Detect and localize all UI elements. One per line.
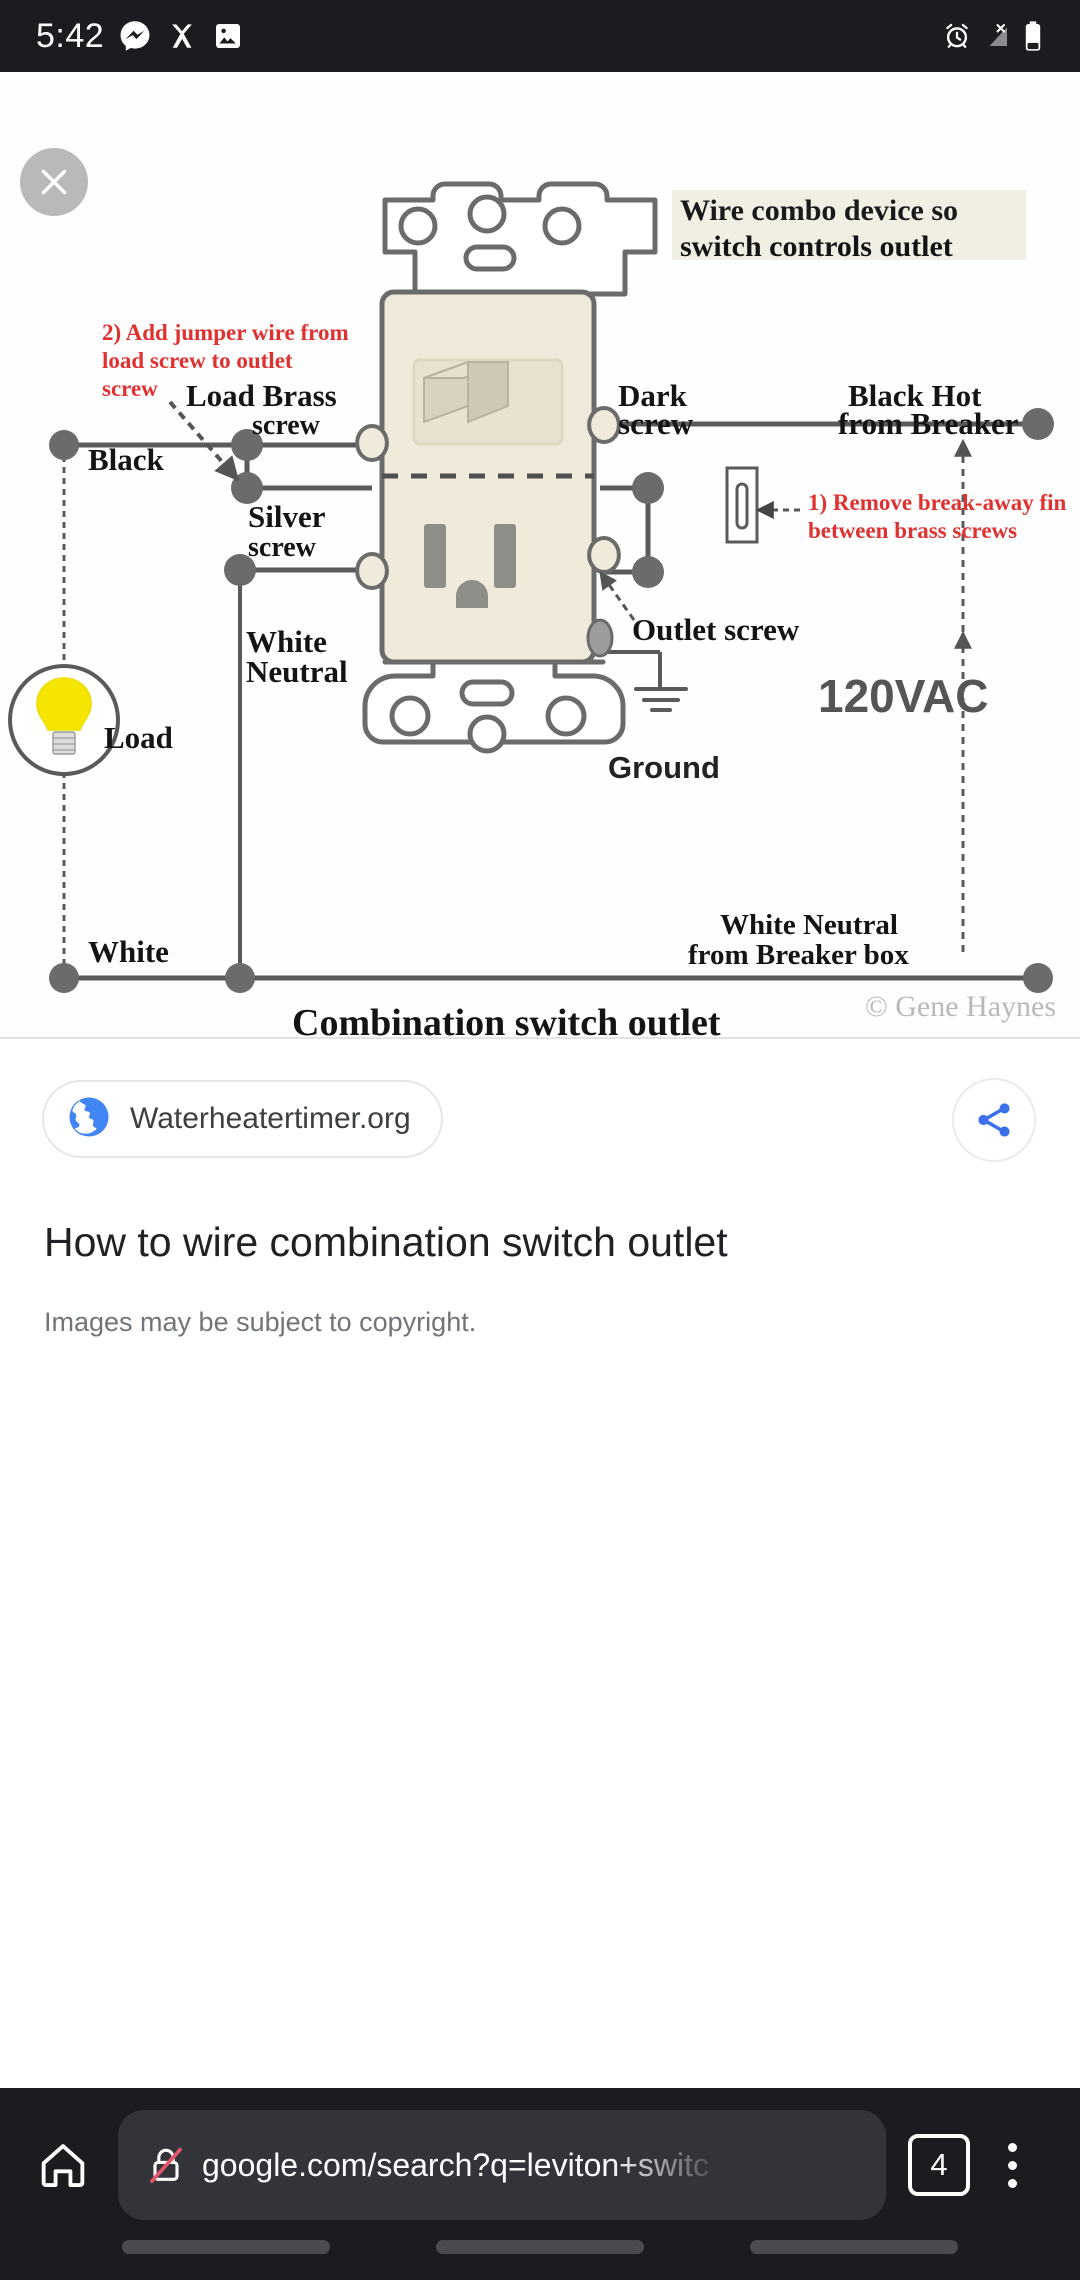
close-icon — [41, 169, 67, 195]
status-clock: 5:42 — [36, 16, 105, 55]
tab-switcher-button[interactable]: 4 — [908, 2134, 970, 2196]
label-black-hot-2: from Breaker — [838, 406, 1019, 441]
copyright-notice: Images may be subject to copyright. — [44, 1307, 477, 1337]
snapchat-icon — [166, 20, 198, 52]
url-text: google.com/search?q=leviton+switc — [202, 2146, 709, 2183]
globe-icon — [66, 1094, 112, 1145]
alarm-icon — [942, 21, 972, 51]
url-bar[interactable]: google.com/search?q=leviton+switc — [118, 2110, 886, 2220]
overflow-menu-icon — [1007, 2142, 1017, 2188]
source-site-chip[interactable]: Waterheatertimer.org — [42, 1080, 443, 1158]
phone-screen: 5:42 Wire combo device so switch control… — [0, 0, 1080, 2280]
label-white-neutral-breaker-1: White Neutral — [720, 909, 898, 941]
label-load: Load — [104, 720, 173, 755]
gesture-nav-bar[interactable] — [0, 2240, 1080, 2254]
no-signal-icon — [982, 21, 1012, 51]
label-dark-screw-2: screw — [618, 406, 694, 441]
share-icon — [978, 1103, 1010, 1137]
home-icon — [41, 2144, 85, 2187]
label-silver-screw-1: Silver — [248, 499, 326, 534]
status-bar-left: 5:42 — [36, 17, 244, 56]
tab-count: 4 — [930, 2147, 948, 2182]
annotation-2-line2: load screw to outlet — [102, 348, 293, 373]
gesture-pill-home[interactable] — [436, 2240, 644, 2254]
label-load-brass-screw-1: Load Brass — [186, 378, 337, 413]
gesture-pill-recents[interactable] — [750, 2240, 958, 2254]
annotation-1-line2: between brass screws — [808, 518, 1017, 543]
gesture-pill-back[interactable] — [122, 2240, 330, 2254]
label-black: Black — [88, 442, 165, 477]
breakaway-fin-symbol — [725, 466, 759, 544]
label-voltage: 120VAC — [818, 670, 988, 722]
gallery-icon — [212, 20, 244, 52]
label-outlet-screw: Outlet screw — [632, 612, 800, 647]
insecure-lock-icon — [144, 2143, 188, 2187]
image-viewer[interactable]: Wire combo device so switch controls out… — [0, 72, 1080, 1038]
battery-icon — [1022, 20, 1044, 52]
home-button[interactable] — [26, 2138, 100, 2192]
status-bar-right — [942, 20, 1044, 52]
load-bulb-symbol — [8, 664, 120, 776]
overflow-menu-button[interactable] — [970, 2142, 1054, 2188]
annotation-2-line3: screw — [102, 376, 158, 401]
close-button[interactable] — [20, 148, 88, 216]
annotation-2-line1: 2) Add jumper wire from — [102, 320, 349, 345]
label-silver-screw-2: screw — [248, 532, 317, 563]
label-white: White — [88, 934, 169, 969]
share-button[interactable] — [952, 1078, 1036, 1162]
status-bar: 5:42 — [0, 0, 1080, 72]
messenger-icon — [118, 19, 152, 53]
image-title: How to wire combination switch outlet — [44, 1219, 728, 1265]
label-white-neutral-2: Neutral — [246, 654, 348, 689]
diagram-caption: Combination switch outlet — [292, 1002, 721, 1038]
label-load-brass-screw-2: screw — [252, 410, 321, 441]
image-info-panel: Waterheatertimer.org How to wire combina… — [0, 1039, 1080, 2078]
image-copyright: © Gene Haynes — [864, 990, 1056, 1023]
source-site-name: Waterheatertimer.org — [130, 1102, 411, 1135]
diagram-title-line1: Wire combo device so — [680, 194, 958, 227]
label-white-neutral-breaker-2: from Breaker box — [688, 939, 909, 971]
wiring-diagram: Wire combo device so switch controls out… — [0, 72, 1080, 1038]
browser-toolbar-row: google.com/search?q=leviton+switc 4 — [0, 2110, 1080, 2220]
annotation-1-line1: 1) Remove break-away fin — [808, 490, 1066, 515]
diagram-title-line2: switch controls outlet — [680, 230, 953, 263]
label-ground: Ground — [608, 750, 720, 785]
browser-bottom-bar: google.com/search?q=leviton+switc 4 — [0, 2088, 1080, 2280]
